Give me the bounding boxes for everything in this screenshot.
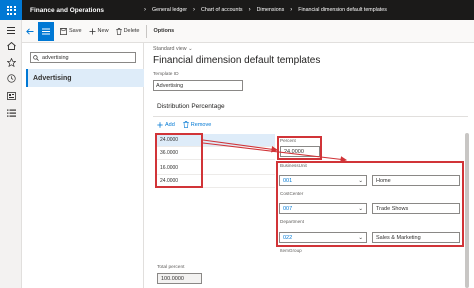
list-pane: advertising Advertising <box>22 43 144 288</box>
breadcrumb: › General ledger › Chart of accounts › D… <box>138 7 387 13</box>
remove-button[interactable]: Remove <box>183 121 211 128</box>
template-id-field[interactable]: Advertising <box>153 80 243 91</box>
navigation-rail <box>0 20 22 288</box>
delete-icon <box>183 121 189 128</box>
view-selector[interactable]: Standard view ⌄ <box>153 46 193 52</box>
clock-icon[interactable] <box>5 73 17 83</box>
star-icon[interactable] <box>5 57 17 67</box>
vertical-scrollbar[interactable] <box>465 133 469 288</box>
search-value: advertising <box>42 54 69 61</box>
home-icon[interactable] <box>5 41 17 51</box>
delete-label: Delete <box>123 28 140 34</box>
chevron-right-icon: › <box>193 7 196 13</box>
list-item-label: Advertising <box>33 74 72 82</box>
chevron-right-icon: › <box>290 7 293 13</box>
divider <box>146 24 148 38</box>
breadcrumb-item[interactable]: Financial dimension default templates <box>298 7 387 13</box>
template-id-label: Template ID <box>153 72 179 77</box>
plus-icon <box>89 28 96 35</box>
save-label: Save <box>69 28 82 34</box>
chevron-right-icon: › <box>248 7 251 13</box>
search-input[interactable]: advertising <box>30 52 136 63</box>
delete-icon <box>115 27 122 35</box>
remove-label: Remove <box>190 121 212 128</box>
hamburger-icon <box>42 28 50 34</box>
delete-button[interactable]: Delete <box>115 27 140 35</box>
total-percent-label: Total percent <box>157 265 185 270</box>
add-label: Add <box>165 121 175 128</box>
annotation-box-percent <box>277 136 322 160</box>
add-button[interactable]: Add <box>157 122 175 128</box>
back-icon[interactable] <box>22 20 38 43</box>
total-percent-field: 100.0000 <box>157 273 202 284</box>
breadcrumb-item[interactable]: Chart of accounts <box>201 7 243 13</box>
divider <box>153 116 468 117</box>
top-nav-bar: Finance and Operations › General ledger … <box>0 0 474 20</box>
annotation-box-dimensions <box>276 161 464 247</box>
total-percent-value: 100.0000 <box>161 275 184 282</box>
annotation-box-grid <box>155 133 203 188</box>
page-title: Financial dimension default templates <box>153 55 321 66</box>
search-icon <box>33 54 39 61</box>
chevron-right-icon: › <box>144 7 146 13</box>
list-icon[interactable] <box>5 108 17 118</box>
new-label: New <box>97 28 109 34</box>
view-selector-label: Standard view <box>153 46 187 52</box>
save-icon <box>60 27 67 35</box>
action-pane: Save New Delete Options <box>22 20 474 43</box>
waffle-icon[interactable] <box>0 0 22 20</box>
list-item[interactable]: Advertising <box>26 69 144 87</box>
section-header[interactable]: Distribution Percentage <box>157 103 225 110</box>
chevron-down-icon: ⌄ <box>188 46 193 52</box>
grid-toolbar: Add Remove <box>157 121 219 128</box>
options-tab[interactable]: Options <box>153 28 174 34</box>
breadcrumb-item[interactable]: General ledger <box>152 7 187 13</box>
breadcrumb-item[interactable]: Dimensions <box>257 7 285 13</box>
action-menu-button[interactable] <box>38 21 54 41</box>
plus-icon <box>157 121 163 128</box>
hamburger-icon[interactable] <box>5 25 17 35</box>
item-group-label: ItemGroup <box>280 248 302 253</box>
app-title[interactable]: Finance and Operations <box>30 7 126 14</box>
save-button[interactable]: Save <box>60 27 82 35</box>
workspace-icon[interactable] <box>5 91 17 101</box>
new-button[interactable]: New <box>89 28 109 35</box>
template-id-value: Advertising <box>156 82 184 89</box>
